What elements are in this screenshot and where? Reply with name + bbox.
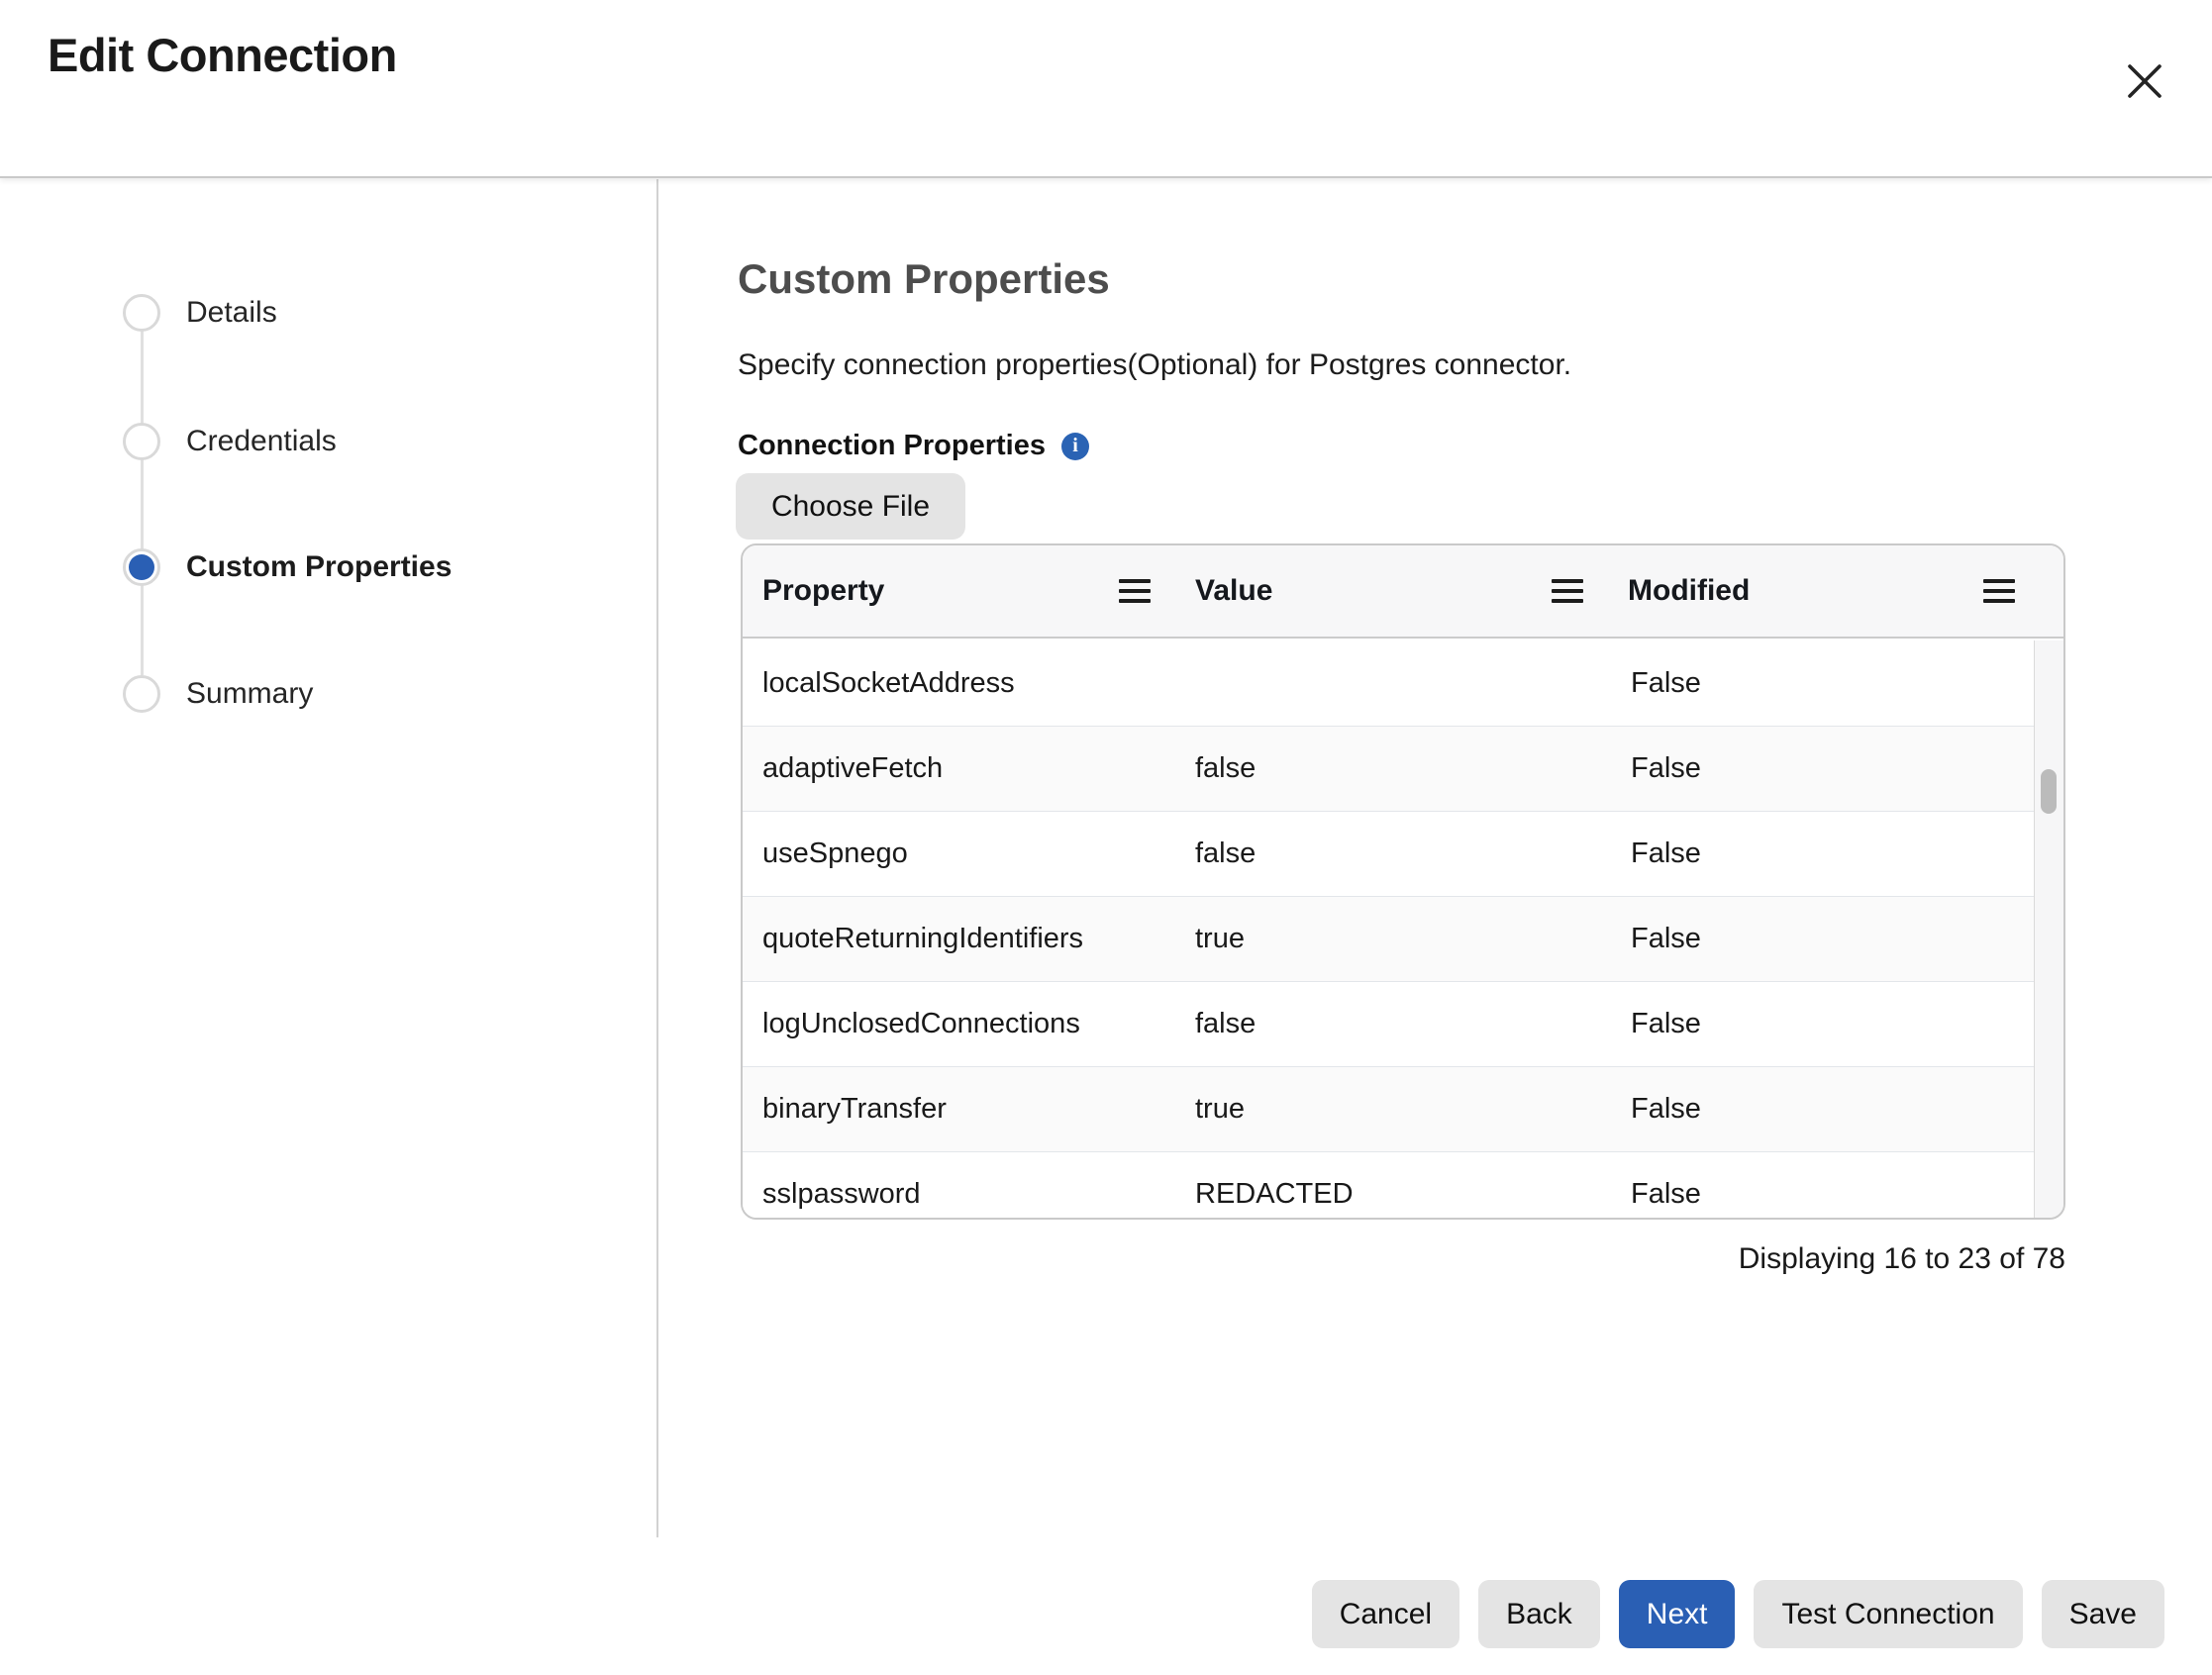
- cell-modified: False: [1608, 897, 2034, 981]
- page-title: Custom Properties: [738, 255, 1110, 303]
- hamburger-menu-icon: [1118, 578, 1152, 604]
- cell-value: REDACTED: [1175, 1152, 1608, 1220]
- connection-properties-label: Connection Properties: [738, 430, 1046, 462]
- table-header-value: Value: [1175, 545, 1608, 637]
- table-row[interactable]: useSpnego false False: [743, 811, 2034, 896]
- cell-value: true: [1175, 897, 1608, 981]
- stepper-connector-line: [141, 327, 144, 675]
- cell-property: quoteReturningIdentifiers: [743, 897, 1175, 981]
- cell-property: sslpassword: [743, 1152, 1175, 1220]
- choose-file-button[interactable]: Choose File: [736, 473, 965, 540]
- table-row[interactable]: logUnclosedConnections false False: [743, 981, 2034, 1066]
- table-body: localSocketAddress False adaptiveFetch f…: [743, 640, 2034, 1220]
- step-label-custom-properties: Custom Properties: [186, 550, 452, 584]
- property-column-menu-button[interactable]: [1118, 578, 1152, 604]
- table-row[interactable]: localSocketAddress False: [743, 640, 2034, 726]
- cell-modified: False: [1608, 727, 2034, 811]
- cell-property: logUnclosedConnections: [743, 982, 1175, 1066]
- pagination-status: Displaying 16 to 23 of 78: [1739, 1242, 2065, 1276]
- table-header-property: Property: [743, 545, 1175, 637]
- cell-value: false: [1175, 812, 1608, 896]
- step-label-details: Details: [186, 296, 277, 330]
- stepper-item-custom-properties[interactable]: Custom Properties: [123, 548, 452, 586]
- table-row[interactable]: quoteReturningIdentifiers true False: [743, 896, 2034, 981]
- cell-property: localSocketAddress: [743, 640, 1175, 726]
- modal-title: Edit Connection: [48, 28, 397, 82]
- cell-modified: False: [1608, 1152, 2034, 1220]
- step-circle-details: [123, 294, 160, 332]
- step-label-summary: Summary: [186, 677, 313, 711]
- cancel-button[interactable]: Cancel: [1312, 1580, 1459, 1648]
- cell-property: adaptiveFetch: [743, 727, 1175, 811]
- back-button[interactable]: Back: [1478, 1580, 1600, 1648]
- table-header-modified: Modified: [1608, 545, 2063, 637]
- cell-value: false: [1175, 982, 1608, 1066]
- connection-properties-table: Property Value Modified: [741, 543, 2065, 1220]
- table-row[interactable]: adaptiveFetch false False: [743, 726, 2034, 811]
- cell-modified: False: [1608, 640, 2034, 726]
- stepper-item-details[interactable]: Details: [123, 294, 277, 332]
- close-button[interactable]: [2119, 55, 2170, 107]
- cell-modified: False: [1608, 982, 2034, 1066]
- cell-property: binaryTransfer: [743, 1067, 1175, 1151]
- cell-value: false: [1175, 727, 1608, 811]
- modal-header: Edit Connection: [0, 0, 2212, 178]
- vertical-scrollbar-track[interactable]: [2034, 640, 2063, 1218]
- cell-value: true: [1175, 1067, 1608, 1151]
- step-label-credentials: Credentials: [186, 425, 337, 458]
- page-description: Specify connection properties(Optional) …: [738, 348, 1571, 382]
- step-circle-custom-properties: [123, 548, 160, 586]
- vertical-scrollbar-thumb[interactable]: [2041, 769, 2057, 814]
- info-icon[interactable]: i: [1061, 433, 1089, 460]
- save-button[interactable]: Save: [2042, 1580, 2164, 1648]
- step-circle-summary: [123, 675, 160, 713]
- stepper-item-summary[interactable]: Summary: [123, 675, 313, 713]
- modified-column-menu-button[interactable]: [1982, 578, 2016, 604]
- sidebar-divider: [656, 179, 658, 1537]
- connection-properties-label-row: Connection Properties i: [738, 430, 1089, 462]
- table-row[interactable]: binaryTransfer true False: [743, 1066, 2034, 1151]
- close-icon: [2125, 61, 2164, 101]
- step-circle-credentials: [123, 423, 160, 460]
- hamburger-menu-icon: [1982, 578, 2016, 604]
- stepper-item-credentials[interactable]: Credentials: [123, 423, 337, 460]
- table-row[interactable]: sslpassword REDACTED False: [743, 1151, 2034, 1220]
- next-button[interactable]: Next: [1619, 1580, 1736, 1648]
- cell-modified: False: [1608, 812, 2034, 896]
- footer-actions: Cancel Back Next Test Connection Save: [0, 1580, 2212, 1648]
- value-column-menu-button[interactable]: [1551, 578, 1584, 604]
- cell-property: useSpnego: [743, 812, 1175, 896]
- hamburger-menu-icon: [1551, 578, 1584, 604]
- test-connection-button[interactable]: Test Connection: [1754, 1580, 2022, 1648]
- cell-modified: False: [1608, 1067, 2034, 1151]
- table-header-row: Property Value Modified: [743, 545, 2063, 639]
- cell-value: [1175, 640, 1608, 726]
